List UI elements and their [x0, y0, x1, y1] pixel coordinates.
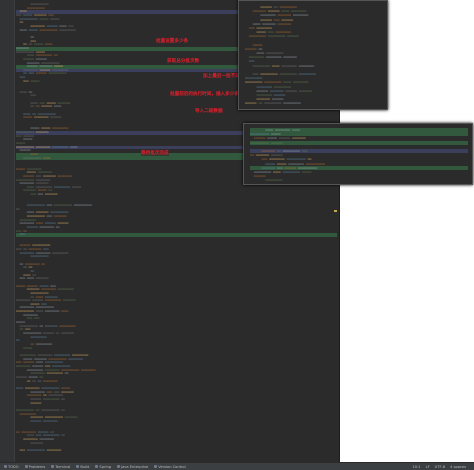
- statusbar-label: Terminal: [55, 464, 71, 469]
- statusbar-label: Java Enterprise: [121, 464, 149, 469]
- statusbar-item[interactable]: Terminal: [51, 465, 70, 469]
- popup-code-lines: ▬▬▬▬ ▬▬▬▬▬▬▬▬ ▬▬▬▬ ▬▬▬▬▬▬▬▬▬▬ ▬▬▬▬▬ ▬▬▬▬…: [250, 128, 468, 182]
- code-line: ▬▬▬▬▬▬▬▬▬: [265, 178, 283, 183]
- annotation-total-batches: 获取总分批次数: [167, 58, 200, 64]
- statusbar-label: Build: [80, 464, 90, 469]
- scroll-marker: [334, 210, 337, 212]
- todo-icon: [4, 465, 7, 468]
- line-gutter: [0, 0, 15, 462]
- line-separator[interactable]: LF: [426, 465, 430, 469]
- popup-code-lines: ▬▬▬▬▬▬ ▬▬ ▬▬▬▬▬▬▬▬▬ ▬▬▬▬▬▬▬ ▬▬▬▬▬▬ ▬▬▬▬ …: [245, 5, 383, 106]
- code-preview-popup[interactable]: ▬▬▬▬ ▬▬▬▬▬▬▬▬ ▬▬▬▬ ▬▬▬▬▬▬▬▬▬▬ ▬▬▬▬▬ ▬▬▬▬…: [243, 123, 473, 185]
- cursor-position[interactable]: 10:1: [413, 465, 421, 469]
- problems-icon: [24, 465, 28, 468]
- build-icon: [76, 465, 80, 468]
- annotation-import: 导入二级数据: [195, 108, 223, 114]
- statusbar-right: 10:1 LF UTF-8 4 spaces: [413, 465, 474, 469]
- statusbar-label: Problems: [28, 464, 46, 469]
- statusbar-item[interactable]: Java Enterprise: [117, 465, 148, 469]
- statusbar-label: TODO: [8, 464, 19, 469]
- vcs-icon: [154, 465, 158, 468]
- statusbar-item[interactable]: Spring: [95, 465, 111, 469]
- spring-icon: [95, 465, 99, 468]
- terminal-icon: [51, 465, 55, 468]
- statusbar-item[interactable]: TODO: [4, 465, 19, 469]
- annotation-await: 等待批次完成: [141, 150, 169, 156]
- statusbar-label: Version Control: [158, 464, 186, 469]
- code-line: ▬▬▬▬▬▬ ▬▬ ▬▬▬▬▬▬▬▬▬ ▬▬▬▬▬▬▬▬▬: [245, 101, 301, 106]
- annotation-batch-size: 批量设置多少条: [156, 38, 189, 44]
- file-encoding[interactable]: UTF-8: [435, 465, 445, 469]
- statusbar-label: Spring: [99, 464, 112, 469]
- indent-setting[interactable]: 4 spaces: [450, 465, 466, 469]
- status-bar: TODO Problems Terminal Build Spring Java…: [0, 462, 474, 470]
- code-preview-popup[interactable]: ▬▬▬▬▬▬ ▬▬ ▬▬▬▬▬▬▬▬▬ ▬▬▬▬▬▬▬ ▬▬▬▬▬▬ ▬▬▬▬ …: [238, 0, 388, 110]
- statusbar-item[interactable]: Version Control: [154, 464, 186, 469]
- statusbar-item[interactable]: Problems: [24, 464, 46, 469]
- enterprise-icon: [117, 465, 121, 468]
- statusbar-item[interactable]: Build: [76, 465, 89, 469]
